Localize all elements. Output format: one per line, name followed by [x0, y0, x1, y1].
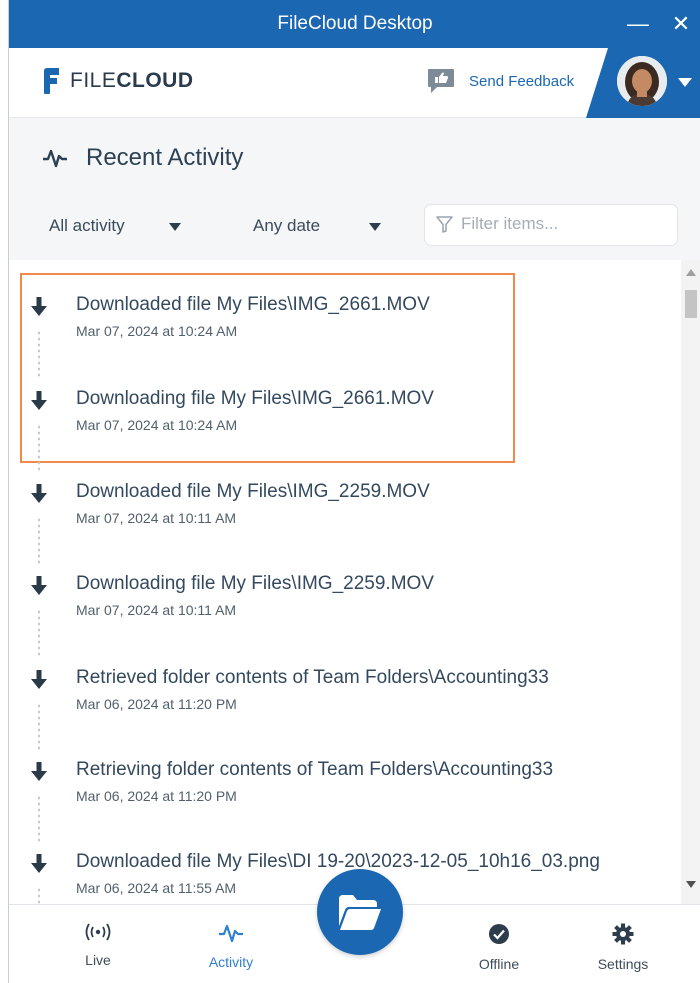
- user-menu[interactable]: [586, 48, 700, 118]
- avatar[interactable]: [617, 56, 667, 106]
- download-arrow-icon: [31, 297, 47, 316]
- nav-activity-label: Activity: [208, 954, 254, 970]
- activity-message: Downloaded file My Files\DI 19-20\2023-1…: [76, 851, 600, 872]
- activity-filter-value: All activity: [49, 216, 125, 235]
- feedback-thumbs-up-icon: [428, 69, 454, 93]
- activity-time: Mar 07, 2024 at 10:24 AM: [76, 417, 238, 433]
- activity-time: Mar 06, 2024 at 11:55 AM: [76, 880, 237, 896]
- gear-icon: [612, 923, 634, 945]
- live-broadcast-icon: [85, 923, 111, 941]
- nav-settings-label: Settings: [597, 956, 649, 972]
- filecloud-logo-icon: [44, 68, 59, 94]
- chevron-down-icon: [169, 223, 181, 231]
- filter-funnel-icon: [436, 216, 453, 233]
- scroll-down-arrow-icon[interactable]: [686, 881, 696, 888]
- activity-message: Downloaded file My Files\IMG_2259.MOV: [76, 481, 430, 502]
- nav-settings[interactable]: Settings: [578, 923, 668, 972]
- list-item[interactable]: Downloaded file My Files\IMG_2259.MOV Ma…: [9, 467, 679, 565]
- nav-offline-label: Offline: [478, 956, 520, 972]
- filter-items-field[interactable]: [424, 204, 678, 246]
- list-item[interactable]: Retrieved folder contents of Team Folder…: [9, 653, 679, 751]
- close-button[interactable]: ✕: [664, 8, 698, 40]
- activity-pulse-icon: [43, 149, 67, 168]
- activity-time: Mar 06, 2024 at 11:20 PM: [76, 788, 237, 804]
- activity-filter-dropdown[interactable]: All activity: [49, 216, 189, 236]
- bottom-navigation: Live Activity Offline Settings: [9, 869, 700, 983]
- logo-text-bold: CLOUD: [116, 69, 194, 92]
- folder-open-icon: [339, 895, 381, 930]
- chevron-down-icon[interactable]: [678, 78, 692, 87]
- nav-offline[interactable]: Offline: [454, 923, 544, 972]
- scrollbar-thumb[interactable]: [685, 290, 697, 318]
- activity-message: Retrieved folder contents of Team Folder…: [76, 667, 549, 688]
- recent-activity-panel: Recent Activity All activity Any date: [9, 118, 700, 260]
- download-arrow-icon: [31, 391, 47, 410]
- list-item[interactable]: Downloaded file My Files\IMG_2661.MOV Ma…: [9, 280, 679, 378]
- activity-time: Mar 06, 2024 at 11:20 PM: [76, 696, 237, 712]
- activity-message: Downloaded file My Files\IMG_2661.MOV: [76, 294, 430, 315]
- open-folder-button[interactable]: [317, 869, 403, 955]
- download-arrow-icon: [31, 854, 47, 873]
- nav-live-label: Live: [85, 952, 111, 968]
- minimize-button[interactable]: —: [621, 8, 655, 40]
- activity-message: Retrieving folder contents of Team Folde…: [76, 759, 554, 780]
- app-window: FileCloud Desktop — ✕ FILECLOUD Send Fee…: [8, 0, 700, 983]
- activity-message: Downloading file My Files\IMG_2661.MOV: [76, 388, 434, 409]
- scroll-up-arrow-icon[interactable]: [686, 269, 696, 276]
- list-item[interactable]: Downloading file My Files\IMG_2661.MOV M…: [9, 374, 679, 472]
- window-title: FileCloud Desktop: [277, 13, 433, 34]
- app-header: FILECLOUD Send Feedback: [9, 48, 700, 118]
- filecloud-logo: FILECLOUD: [41, 67, 194, 95]
- date-filter-value: Any date: [253, 216, 321, 235]
- nav-live[interactable]: Live: [53, 923, 143, 968]
- nav-activity[interactable]: Activity: [186, 923, 276, 970]
- download-arrow-icon: [31, 670, 47, 689]
- chevron-down-icon: [369, 223, 381, 231]
- activity-time: Mar 07, 2024 at 10:11 AM: [76, 602, 237, 618]
- activity-list: Downloaded file My Files\IMG_2661.MOV Ma…: [9, 260, 700, 904]
- section-title: Recent Activity: [86, 144, 244, 171]
- download-arrow-icon: [31, 762, 47, 781]
- activity-list-scrollbar[interactable]: [681, 260, 700, 904]
- offline-check-icon: [489, 924, 509, 944]
- download-arrow-icon: [31, 484, 47, 503]
- send-feedback-button[interactable]: Send Feedback: [427, 68, 574, 94]
- list-item[interactable]: Downloading file My Files\IMG_2259.MOV M…: [9, 559, 679, 657]
- user-avatar-image: [617, 56, 667, 106]
- activity-time: Mar 07, 2024 at 10:24 AM: [76, 323, 238, 339]
- list-item[interactable]: Retrieving folder contents of Team Folde…: [9, 745, 679, 843]
- logo-text-light: FILE: [70, 69, 117, 92]
- send-feedback-label: Send Feedback: [469, 72, 575, 90]
- filter-items-input[interactable]: [461, 214, 661, 234]
- title-bar: FileCloud Desktop — ✕: [9, 0, 700, 48]
- download-arrow-icon: [31, 576, 47, 595]
- date-filter-dropdown[interactable]: Any date: [253, 216, 393, 236]
- activity-time: Mar 07, 2024 at 10:11 AM: [76, 510, 237, 526]
- activity-message: Downloading file My Files\IMG_2259.MOV: [76, 573, 434, 594]
- activity-pulse-icon: [219, 924, 243, 943]
